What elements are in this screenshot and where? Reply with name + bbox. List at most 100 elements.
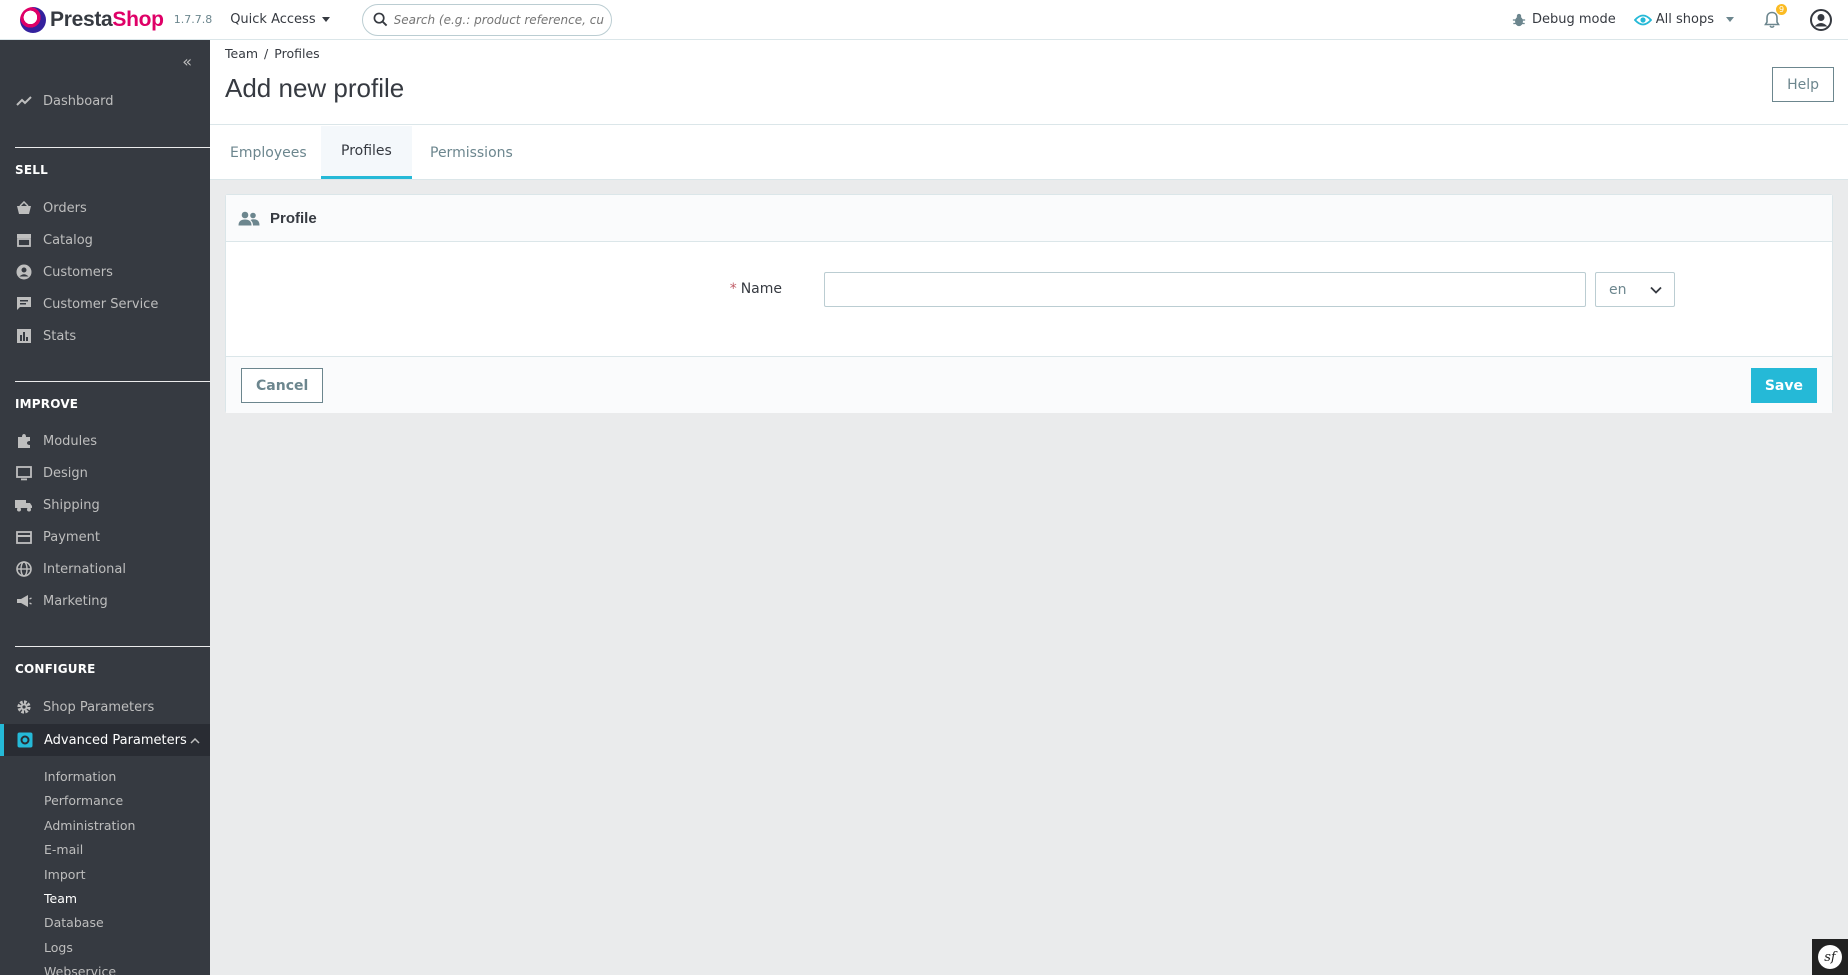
- sidebar-item-label: Dashboard: [43, 93, 114, 109]
- version-label: 1.7.7.8: [173, 13, 213, 26]
- debug-mode-label: Debug mode: [1531, 12, 1616, 27]
- quick-access-label: Quick Access: [230, 12, 316, 27]
- eye-icon: [1633, 14, 1652, 25]
- submenu-item-administration[interactable]: Administration: [44, 818, 135, 833]
- globe-icon: [15, 560, 33, 578]
- breadcrumb: Team / Profiles: [225, 46, 320, 61]
- settings-box-icon: [16, 731, 34, 749]
- bug-icon: [1512, 13, 1526, 26]
- cancel-button[interactable]: Cancel: [241, 368, 324, 403]
- search-input[interactable]: [393, 12, 604, 27]
- basket-icon: [15, 199, 33, 217]
- card-header: Profile: [226, 195, 1832, 242]
- sidebar-item-label: Shipping: [43, 497, 100, 513]
- submenu-item-email[interactable]: E-mail: [44, 842, 83, 857]
- truck-icon: [15, 496, 33, 514]
- section-improve-heading: IMPROVE: [15, 397, 79, 411]
- card-footer: Cancel Save: [226, 356, 1832, 413]
- sidebar-item-label: Shop Parameters: [43, 699, 155, 715]
- bar-chart-icon: [15, 327, 33, 345]
- notifications-button[interactable]: 9: [1764, 3, 1787, 29]
- sidebar-item-label: Stats: [43, 328, 77, 344]
- sidebar-item-label: Orders: [43, 200, 87, 216]
- sidebar-item-label: Marketing: [43, 593, 108, 609]
- credit-card-icon: [15, 528, 33, 546]
- breadcrumb-item[interactable]: Team: [225, 46, 258, 61]
- tab-permissions[interactable]: Permissions: [410, 126, 533, 179]
- section-sell-heading: SELL: [15, 163, 48, 177]
- sidebar-item-label: Payment: [43, 529, 100, 545]
- sidebar-item-label: Catalog: [43, 232, 93, 248]
- submenu-item-webservice[interactable]: Webservice: [44, 964, 116, 975]
- sidebar: « Dashboard SELL Orders Catalog Customer…: [0, 40, 210, 975]
- chevron-down-icon: [1650, 286, 1662, 294]
- shop-selector[interactable]: All shops: [1633, 12, 1734, 27]
- section-configure-heading: CONFIGURE: [15, 662, 96, 676]
- users-icon: [238, 211, 260, 225]
- sidebar-item-label: Customer Service: [43, 296, 159, 312]
- sidebar-item-shop-parameters[interactable]: Shop Parameters: [0, 691, 210, 723]
- symfony-toolbar-button[interactable]: sf: [1812, 939, 1848, 975]
- account-circle-icon: [15, 263, 33, 281]
- sidebar-item-modules[interactable]: Modules: [0, 425, 210, 457]
- chevron-up-icon: [190, 733, 200, 748]
- submenu-item-import[interactable]: Import: [44, 867, 86, 882]
- caret-down-icon: [321, 17, 330, 22]
- required-mark: *: [729, 281, 737, 297]
- submenu-item-database[interactable]: Database: [44, 915, 104, 930]
- page-title: Add new profile: [225, 73, 405, 103]
- top-header: PrestaShop 1.7.7.8 Quick Access Debug mo…: [0, 0, 1848, 40]
- submenu-item-logs[interactable]: Logs: [44, 940, 73, 955]
- sidebar-item-customers[interactable]: Customers: [0, 256, 210, 288]
- tab-employees[interactable]: Employees: [210, 126, 327, 179]
- quick-access-dropdown[interactable]: Quick Access: [230, 12, 330, 27]
- sidebar-item-label: Advanced Parameters: [44, 732, 187, 748]
- caret-down-icon: [1726, 17, 1734, 22]
- prestashop-logo-icon: [20, 6, 46, 33]
- breadcrumb-item[interactable]: Profiles: [274, 46, 319, 61]
- sidebar-item-label: Customers: [43, 264, 113, 280]
- search-box[interactable]: [361, 3, 612, 36]
- sidebar-item-customer-service[interactable]: Customer Service: [0, 288, 210, 320]
- sidebar-item-shipping[interactable]: Shipping: [0, 489, 210, 521]
- name-input[interactable]: [824, 272, 1586, 307]
- tabs-divider: [210, 124, 1848, 125]
- sidebar-item-international[interactable]: International: [0, 553, 210, 585]
- collapse-sidebar-icon[interactable]: «: [182, 52, 192, 71]
- symfony-icon: sf: [1818, 945, 1842, 969]
- sidebar-item-marketing[interactable]: Marketing: [0, 585, 210, 617]
- language-select[interactable]: en: [1595, 272, 1675, 307]
- sidebar-item-catalog[interactable]: Catalog: [0, 224, 210, 256]
- submenu-item-team[interactable]: Team: [44, 891, 77, 906]
- save-button[interactable]: Save: [1750, 368, 1817, 403]
- sidebar-item-label: Design: [43, 465, 88, 481]
- tab-profiles[interactable]: Profiles: [321, 126, 412, 179]
- sidebar-item-dashboard[interactable]: Dashboard: [0, 85, 210, 117]
- search-icon: [373, 12, 387, 27]
- submenu-item-information[interactable]: Information: [44, 769, 116, 784]
- chat-icon: [15, 295, 33, 313]
- language-value: en: [1609, 281, 1627, 298]
- all-shops-label: All shops: [1655, 12, 1714, 27]
- sidebar-item-label: Modules: [43, 433, 98, 449]
- notifications-badge: 9: [1776, 3, 1787, 15]
- profile-form-card: Profile * Name en Cancel Save: [225, 194, 1833, 413]
- user-menu-button[interactable]: [1810, 8, 1832, 31]
- logo-text: PrestaShop: [50, 7, 164, 31]
- help-button[interactable]: Help: [1772, 67, 1834, 102]
- puzzle-icon: [15, 432, 33, 450]
- megaphone-icon: [15, 592, 33, 610]
- name-field-label: * Name: [730, 281, 782, 297]
- sidebar-item-orders[interactable]: Orders: [0, 192, 210, 224]
- sidebar-item-label: International: [43, 561, 126, 577]
- submenu-item-performance[interactable]: Performance: [44, 793, 123, 808]
- card-title: Profile: [270, 209, 317, 227]
- prestashop-logo[interactable]: PrestaShop: [20, 6, 164, 33]
- user-avatar-icon: [1810, 8, 1832, 31]
- sidebar-item-advanced-parameters[interactable]: Advanced Parameters: [0, 724, 210, 756]
- debug-mode-link[interactable]: Debug mode: [1512, 12, 1616, 27]
- gear-icon: [15, 698, 33, 716]
- sidebar-item-design[interactable]: Design: [0, 457, 210, 489]
- sidebar-item-payment[interactable]: Payment: [0, 521, 210, 553]
- sidebar-item-stats[interactable]: Stats: [0, 320, 210, 352]
